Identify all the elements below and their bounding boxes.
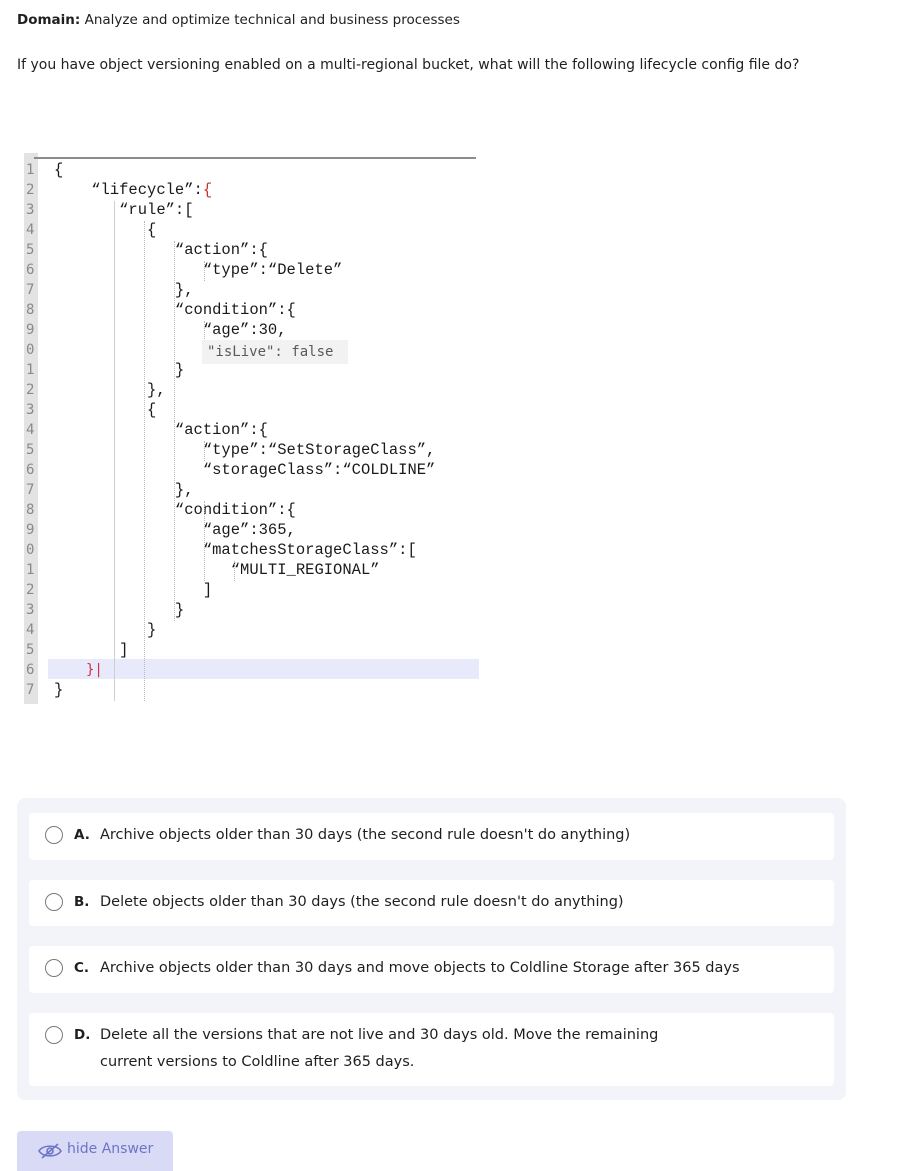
line-number: 0 bbox=[26, 542, 35, 558]
option-text: Delete all the versions that are not liv… bbox=[100, 1027, 659, 1070]
indent-guide bbox=[204, 441, 205, 461]
line-number: 1 bbox=[26, 562, 35, 578]
answer-options-panel: A. Archive objects older than 30 days (t… bbox=[17, 798, 846, 1100]
radio-option-d[interactable] bbox=[45, 1026, 63, 1044]
hide-answer-label: hide Answer bbox=[67, 1141, 154, 1157]
line-number: 7 bbox=[26, 482, 35, 498]
line-number: 2 bbox=[26, 182, 35, 198]
domain-line: Domain: Analyze and optimize technical a… bbox=[17, 12, 460, 28]
line-number: 8 bbox=[26, 302, 35, 318]
radio-option-c[interactable] bbox=[45, 959, 63, 977]
code-line: } bbox=[54, 681, 64, 699]
option-c[interactable]: C. Archive objects older than 30 days an… bbox=[29, 946, 834, 993]
code-line: }, bbox=[54, 481, 194, 499]
line-number: 5 bbox=[26, 442, 35, 458]
code-line: “action”:{ bbox=[54, 241, 268, 259]
code-cursor-line: }| bbox=[86, 662, 103, 678]
code-line: } bbox=[54, 621, 157, 639]
option-text: Delete objects older than 30 days (the s… bbox=[100, 894, 624, 910]
indent-guide bbox=[114, 201, 115, 701]
code-line: }, bbox=[54, 281, 194, 299]
code-line: ] bbox=[54, 581, 213, 599]
code-line: “lifecycle”:{ bbox=[54, 181, 213, 199]
line-number: 6 bbox=[26, 662, 35, 678]
code-line: }, bbox=[54, 381, 166, 399]
line-number: 8 bbox=[26, 502, 35, 518]
line-number: 2 bbox=[26, 582, 35, 598]
code-line: “matchesStorageClass”:[ bbox=[54, 541, 417, 559]
code-line: “type”:“SetStorageClass”, bbox=[54, 441, 436, 459]
line-number: 5 bbox=[26, 242, 35, 258]
code-screenshot: 1 2 3 4 5 6 7 8 9 0 1 2 3 4 5 6 7 8 9 0 1 2 3 4 5 6 7 { “lifecycle… bbox=[24, 153, 479, 704]
option-text: Archive objects older than 30 days and m… bbox=[100, 960, 740, 976]
line-number: 1 bbox=[26, 162, 35, 178]
code-line: { bbox=[54, 401, 157, 419]
line-number: 1 bbox=[26, 362, 35, 378]
question-text: If you have object versioning enabled on… bbox=[17, 57, 800, 73]
code-line: “age”:30, bbox=[54, 321, 287, 339]
option-letter: A. bbox=[74, 827, 90, 843]
eye-slash-icon bbox=[38, 1143, 62, 1159]
indent-guide bbox=[234, 561, 235, 581]
code-line: ] bbox=[54, 641, 129, 659]
code-inline-snippet: "isLive": false bbox=[202, 340, 348, 364]
indent-guide bbox=[204, 501, 205, 581]
line-number: 7 bbox=[26, 282, 35, 298]
editor-top-border bbox=[34, 157, 476, 159]
line-number: 6 bbox=[26, 462, 35, 478]
hide-answer-button[interactable]: hide Answer bbox=[17, 1131, 173, 1171]
option-letter: D. bbox=[74, 1027, 91, 1043]
line-number: 9 bbox=[26, 322, 35, 338]
code-line: { bbox=[54, 221, 157, 239]
line-number: 0 bbox=[26, 342, 35, 358]
code-line: “storageClass”:“COLDLINE” bbox=[54, 461, 436, 479]
code-line: “action”:{ bbox=[54, 421, 268, 439]
line-number: 4 bbox=[26, 422, 35, 438]
line-number: 2 bbox=[26, 382, 35, 398]
domain-label: Domain: bbox=[17, 12, 81, 28]
radio-option-a[interactable] bbox=[45, 826, 63, 844]
code-line: “rule”:[ bbox=[54, 201, 194, 219]
code-line: “MULTI_REGIONAL” bbox=[54, 561, 380, 579]
line-number: 3 bbox=[26, 602, 35, 618]
line-number: 7 bbox=[26, 682, 35, 698]
line-number: 9 bbox=[26, 522, 35, 538]
code-line: { bbox=[54, 161, 64, 179]
line-number: 4 bbox=[26, 222, 35, 238]
option-d[interactable]: D. Delete all the versions that are not … bbox=[29, 1013, 834, 1086]
line-number: 4 bbox=[26, 622, 35, 638]
option-text: Archive objects older than 30 days (the … bbox=[100, 827, 631, 843]
code-line: } bbox=[54, 361, 185, 379]
option-letter: B. bbox=[74, 894, 90, 910]
indent-guide bbox=[204, 261, 205, 281]
radio-option-b[interactable] bbox=[45, 893, 63, 911]
line-number: 3 bbox=[26, 402, 35, 418]
highlighted-line bbox=[48, 659, 479, 679]
code-line: “type”:“Delete” bbox=[54, 261, 343, 279]
line-number: 3 bbox=[26, 202, 35, 218]
domain-value: Analyze and optimize technical and busin… bbox=[84, 12, 460, 28]
line-number: 6 bbox=[26, 262, 35, 278]
code-line: } bbox=[54, 601, 185, 619]
option-a[interactable]: A. Archive objects older than 30 days (t… bbox=[29, 813, 834, 860]
indent-guide bbox=[174, 421, 175, 621]
option-letter: C. bbox=[74, 960, 90, 976]
line-number: 5 bbox=[26, 642, 35, 658]
option-b[interactable]: B. Delete objects older than 30 days (th… bbox=[29, 880, 834, 926]
line-number-gutter: 1 2 3 4 5 6 7 8 9 0 1 2 3 4 5 6 7 8 9 0 1 2 3 4 5 6 7 bbox=[24, 153, 38, 704]
indent-guide bbox=[144, 221, 145, 701]
